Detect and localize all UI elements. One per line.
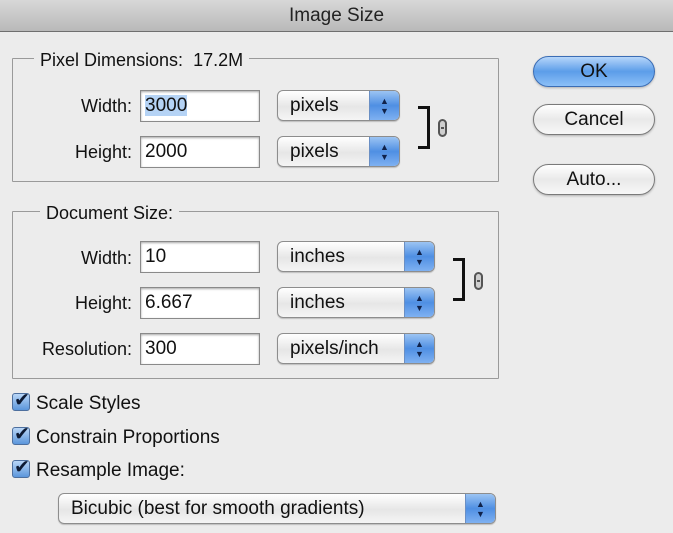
- constrain-proportions-checkbox[interactable]: Constrain Proportions: [12, 423, 220, 449]
- resolution-unit-select[interactable]: pixels/inch ▲ ▼: [277, 333, 435, 364]
- updown-arrows-icon: ▲ ▼: [369, 137, 399, 166]
- pixel-dimensions-label: Pixel Dimensions:: [40, 50, 184, 70]
- pixel-width-label: Width:: [80, 96, 132, 116]
- pixel-dimensions-size: 17.2M: [193, 50, 244, 70]
- cancel-button[interactable]: Cancel: [533, 104, 655, 135]
- doc-height-unit-select[interactable]: inches ▲ ▼: [277, 287, 435, 318]
- pixel-width-input[interactable]: 3000: [140, 90, 260, 122]
- doc-width-label: Width:: [80, 248, 132, 268]
- doc-width-input[interactable]: 10: [140, 241, 260, 273]
- updown-arrows-icon: ▲ ▼: [369, 91, 399, 120]
- updown-arrows-icon: ▲ ▼: [404, 334, 434, 363]
- doc-height-input[interactable]: 6.667: [140, 287, 260, 319]
- auto-button[interactable]: Auto...: [533, 164, 655, 195]
- checkmark-icon: [12, 389, 30, 411]
- resample-method-select[interactable]: Bicubic (best for smooth gradients) ▲ ▼: [58, 493, 496, 524]
- constrain-bracket: [453, 258, 465, 301]
- updown-arrows-icon: ▲ ▼: [404, 288, 434, 317]
- pixel-dimensions-legend: Pixel Dimensions: 17.2M: [34, 50, 250, 70]
- pixel-height-unit-select[interactable]: pixels ▲ ▼: [277, 136, 400, 167]
- ok-button[interactable]: OK: [533, 56, 655, 87]
- updown-arrows-icon: ▲ ▼: [465, 494, 495, 523]
- checkmark-icon: [12, 423, 30, 445]
- document-size-legend: Document Size:: [40, 203, 180, 223]
- doc-width-unit-select[interactable]: inches ▲ ▼: [277, 241, 435, 272]
- pixel-height-label: Height:: [74, 142, 132, 162]
- chain-link-icon: [438, 119, 447, 137]
- doc-height-label: Height:: [74, 293, 132, 313]
- window-title: Image Size: [0, 0, 673, 32]
- chain-link-icon: [474, 272, 483, 290]
- scale-styles-checkbox[interactable]: Scale Styles: [12, 389, 141, 415]
- resolution-label: Resolution:: [41, 339, 132, 359]
- pixel-height-input[interactable]: 2000: [140, 136, 260, 168]
- resolution-input[interactable]: 300: [140, 333, 260, 365]
- pixel-width-unit-select[interactable]: pixels ▲ ▼: [277, 90, 400, 121]
- updown-arrows-icon: ▲ ▼: [404, 242, 434, 271]
- constrain-bracket: [418, 106, 430, 149]
- checkmark-icon: [12, 456, 30, 478]
- resample-image-checkbox[interactable]: Resample Image:: [12, 456, 185, 482]
